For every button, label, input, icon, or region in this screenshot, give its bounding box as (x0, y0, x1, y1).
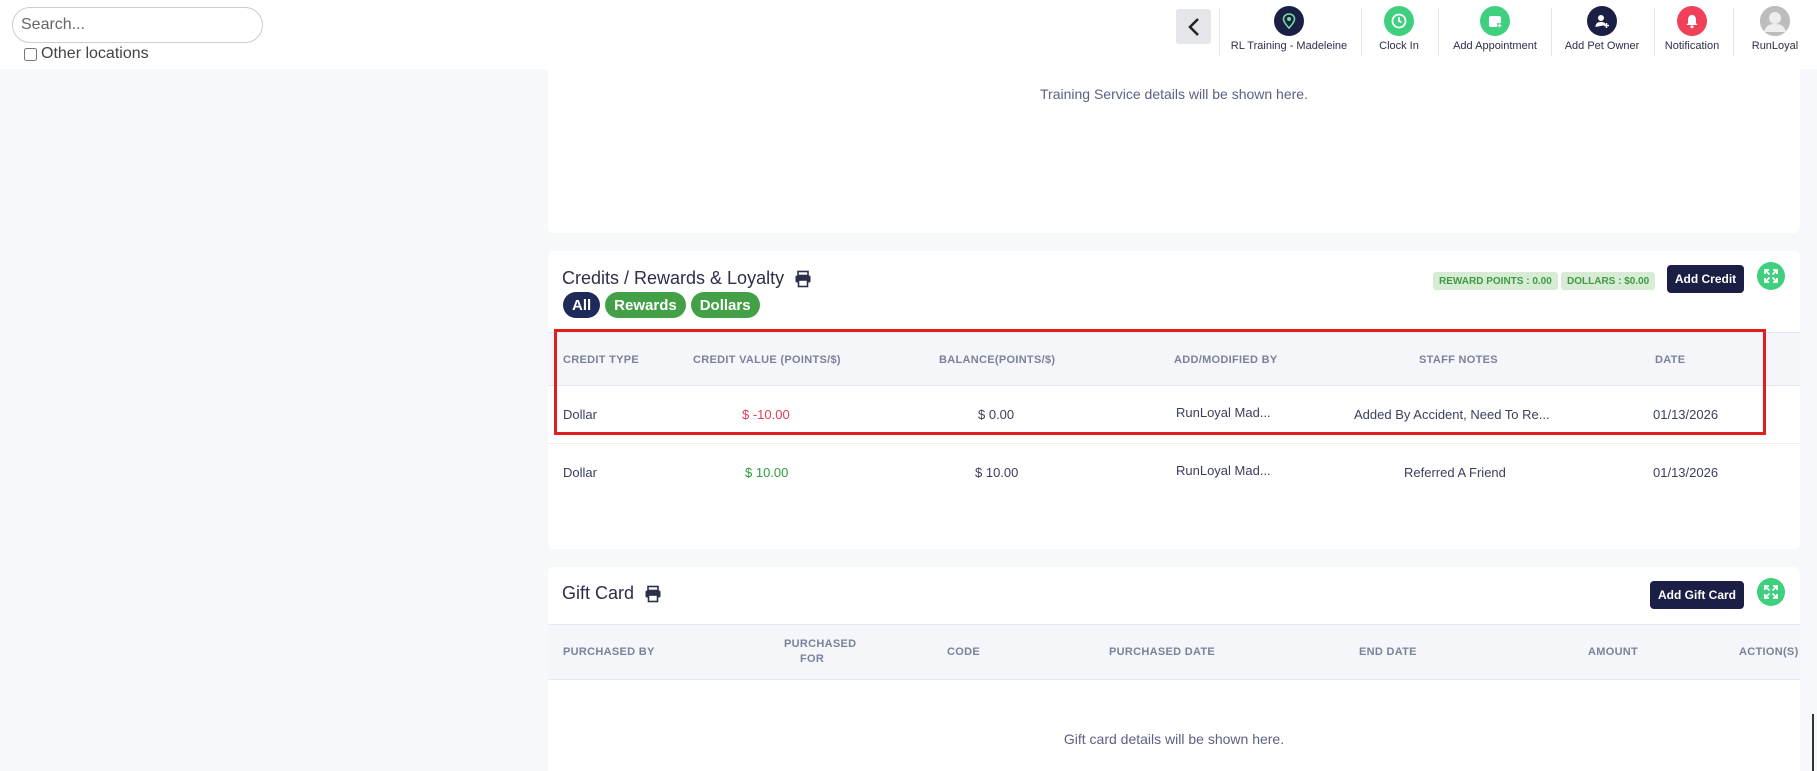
reward-points-badge: REWARD POINTS : 0.00 (1433, 272, 1558, 290)
table-row[interactable]: Dollar $ -10.00 $ 0.00 RunLoyal Mad... A… (548, 386, 1800, 444)
gift-table-header: PURCHASED BY PURCHASED FOR CODE PURCHASE… (548, 624, 1800, 680)
expand-button[interactable] (1757, 262, 1785, 290)
credits-card: Credits / Rewards & Loyalty All Rewards … (548, 251, 1800, 549)
add-pet-owner-label: Add Pet Owner (1564, 40, 1640, 52)
notification-button[interactable]: Notification (1660, 6, 1724, 58)
location-pin-icon (1274, 6, 1304, 36)
gift-card-section: Gift Card Add Gift Card PURCHASED BY PUR… (548, 567, 1800, 771)
filter-rewards[interactable]: Rewards (605, 292, 686, 318)
col-amount: AMOUNT (1588, 646, 1639, 658)
nav-separator (1733, 8, 1734, 56)
expand-icon (1764, 269, 1778, 283)
col-credit-value: CREDIT VALUE (POINTS/$) (693, 354, 841, 366)
top-bar: Other locations RL Training - Madeleine … (0, 0, 1817, 69)
print-icon[interactable] (794, 270, 812, 288)
cell-staff-notes: Referred A Friend (1404, 465, 1506, 480)
clock-in-label: Clock In (1379, 40, 1419, 52)
cell-credit-type: Dollar (563, 407, 597, 422)
expand-icon (1764, 585, 1778, 599)
credits-table-header: CREDIT TYPE CREDIT VALUE (POINTS/$) BALA… (548, 332, 1800, 386)
avatar-icon (1760, 6, 1790, 36)
nav-separator (1219, 8, 1220, 56)
cell-modified-by: RunLoyal Mad... (1176, 405, 1271, 420)
col-end-date: END DATE (1359, 646, 1417, 658)
nav-separator (1438, 8, 1439, 56)
training-empty-text: Training Service details will be shown h… (1040, 86, 1308, 102)
location-selector[interactable]: RL Training - Madeleine (1229, 6, 1349, 58)
credits-title: Credits / Rewards & Loyalty (562, 268, 785, 288)
table-row[interactable]: Dollar $ 10.00 $ 10.00 RunLoyal Mad... R… (548, 444, 1800, 502)
dollars-badge: DOLLARS : $0.00 (1561, 272, 1656, 290)
gift-title-row: Gift Card (562, 583, 662, 604)
cell-credit-value: $ 10.00 (745, 465, 789, 480)
add-appointment-button[interactable]: Add Appointment (1446, 6, 1544, 58)
cell-credit-type: Dollar (563, 465, 597, 480)
notification-label: Notification (1664, 40, 1720, 52)
profile-label: RunLoyal (1751, 40, 1799, 52)
nav-separator (1551, 8, 1552, 56)
location-label: RL Training - Madeleine (1230, 40, 1348, 52)
add-gift-card-button[interactable]: Add Gift Card (1650, 581, 1744, 609)
scrollbar-thumb[interactable] (1812, 714, 1814, 771)
cell-balance: $ 0.00 (978, 407, 1015, 422)
add-appointment-label: Add Appointment (1453, 40, 1537, 52)
clock-icon (1384, 6, 1414, 36)
other-locations-toggle[interactable]: Other locations (24, 45, 149, 63)
print-icon[interactable] (644, 585, 662, 603)
cell-credit-value: $ -10.00 (742, 407, 790, 422)
col-staff-notes: STAFF NOTES (1419, 354, 1498, 366)
credits-title-row: Credits / Rewards & Loyalty (562, 268, 812, 289)
profile-menu[interactable]: RunLoyal (1745, 6, 1805, 58)
nav-separator (1654, 8, 1655, 56)
nav-separator (1361, 8, 1362, 56)
add-pet-owner-button[interactable]: Add Pet Owner (1558, 6, 1646, 58)
user-plus-icon (1587, 6, 1617, 36)
col-actions: ACTION(S) (1739, 646, 1799, 658)
cell-modified-by: RunLoyal Mad... (1176, 463, 1271, 478)
search-input[interactable] (12, 7, 263, 43)
col-credit-type: CREDIT TYPE (563, 354, 640, 366)
training-service-card: Training Service details will be shown h… (548, 69, 1800, 233)
back-button[interactable] (1176, 9, 1211, 44)
cell-date: 01/13/2026 (1653, 465, 1719, 480)
col-balance: BALANCE(POINTS/$) (939, 354, 1056, 366)
col-date: DATE (1655, 354, 1686, 366)
credit-filter-group: All Rewards Dollars (563, 292, 760, 318)
filter-all[interactable]: All (563, 292, 601, 318)
expand-button[interactable] (1757, 578, 1785, 606)
other-locations-label: Other locations (41, 45, 149, 62)
cell-date: 01/13/2026 (1653, 407, 1719, 422)
filter-dollars[interactable]: Dollars (690, 292, 760, 318)
gift-title: Gift Card (562, 583, 635, 603)
col-purchased-for: PURCHASED FOR (784, 638, 857, 665)
chevron-left-icon (1187, 17, 1199, 36)
clock-in-button[interactable]: Clock In (1369, 6, 1429, 58)
add-credit-button[interactable]: Add Credit (1667, 265, 1744, 293)
gift-empty-text: Gift card details will be shown here. (1063, 731, 1285, 747)
col-code: CODE (947, 646, 980, 658)
calendar-plus-icon (1480, 6, 1510, 36)
bell-icon (1677, 6, 1707, 36)
col-purchased-by: PURCHASED BY (563, 646, 655, 658)
other-locations-checkbox[interactable] (24, 47, 37, 61)
col-modified-by: ADD/MODIFIED BY (1174, 354, 1278, 366)
cell-staff-notes: Added By Accident, Need To Re... (1354, 407, 1550, 422)
cell-balance: $ 10.00 (975, 465, 1019, 480)
col-purchased-date: PURCHASED DATE (1109, 646, 1216, 658)
